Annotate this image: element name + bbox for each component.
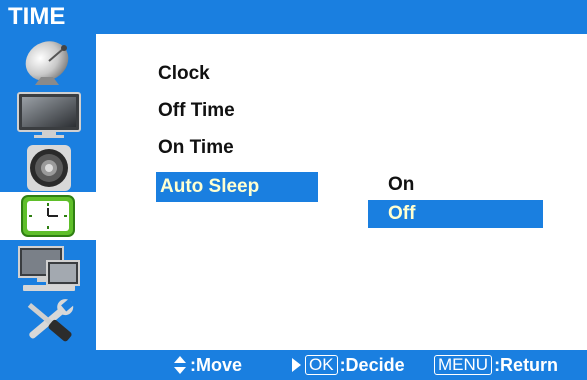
return-hint: MENU :Return	[434, 350, 558, 380]
ok-key: OK	[305, 355, 338, 375]
menu-item-off-time[interactable]: Off Time	[156, 96, 235, 126]
menu-key: MENU	[434, 355, 493, 375]
move-hint: :Move	[172, 350, 242, 380]
menu-item-auto-sleep[interactable]: Auto Sleep	[156, 172, 318, 202]
up-down-arrows-icon	[174, 356, 186, 374]
menu-item-clock[interactable]: Clock	[156, 59, 210, 89]
osd-menu: TIME Clock Off Time On Time Auto Sleep O…	[0, 0, 587, 380]
footer-hint-bar: :Move OK :Decide MENU :Return	[0, 350, 587, 380]
move-label: :Move	[190, 355, 243, 375]
decide-hint: OK :Decide	[292, 350, 405, 380]
title-bar: TIME	[0, 0, 587, 34]
submenu-item-off[interactable]: Off	[368, 200, 543, 228]
page-title: TIME	[8, 3, 66, 30]
satellite-dish-icon[interactable]	[6, 37, 92, 87]
menu-panel: Clock Off Time On Time Auto Sleep On Off	[96, 34, 587, 350]
menu-item-on-time[interactable]: On Time	[156, 133, 234, 163]
tv-picture-icon[interactable]	[6, 90, 92, 140]
category-icon-column	[0, 34, 96, 350]
speaker-icon[interactable]	[6, 143, 92, 193]
decide-label: :Decide	[339, 355, 405, 375]
pc-setup-icon[interactable]	[6, 244, 92, 294]
return-label: :Return	[494, 355, 559, 375]
tools-icon[interactable]	[6, 297, 92, 347]
submenu-item-on[interactable]: On	[368, 171, 414, 199]
clock-icon[interactable]	[0, 192, 96, 240]
right-arrow-icon	[292, 358, 301, 372]
